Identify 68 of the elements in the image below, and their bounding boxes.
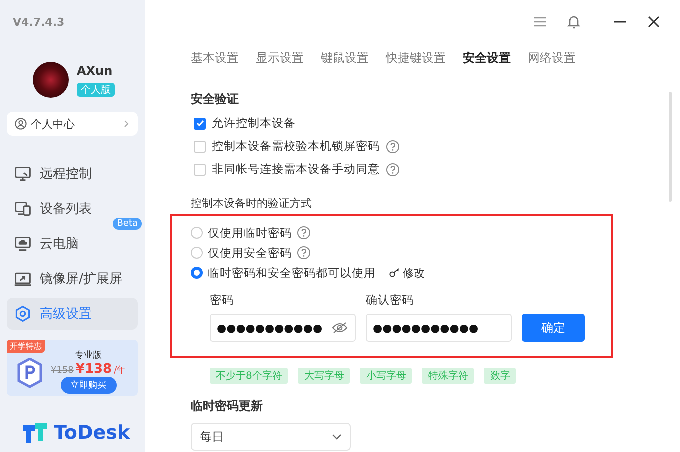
profile-link[interactable]: 个人中心: [7, 112, 138, 136]
user-icon: [15, 118, 27, 130]
close-icon[interactable]: [646, 14, 662, 30]
field-label: 密码: [210, 293, 235, 308]
brand-name: ToDesk: [54, 422, 130, 444]
help-icon[interactable]: [297, 246, 311, 260]
rule-tag: 特殊字符: [422, 368, 474, 384]
checkbox-label: 非同帐号连接需本设备手动同意: [212, 162, 380, 177]
logo-icon: [22, 422, 48, 444]
section-subtitle: 控制本设备时的验证方式: [191, 196, 313, 211]
version-label: V4.7.4.3: [13, 16, 66, 29]
edit-link[interactable]: 修改: [389, 266, 425, 280]
help-icon[interactable]: [386, 162, 400, 176]
monitor-icon: [14, 165, 32, 183]
rule-tag: 大写字母: [298, 368, 350, 384]
checkbox[interactable]: [194, 140, 206, 152]
screen-arrow-icon: [14, 270, 32, 288]
nav-item[interactable]: 镜像屏/扩展屏: [7, 263, 138, 295]
eye-off-icon[interactable]: [332, 322, 348, 334]
promo-tag: 开学特惠: [7, 340, 45, 353]
radio-label: 仅使用安全密码: [208, 246, 292, 260]
section-title: 临时密码更新: [191, 398, 264, 415]
confirm-button[interactable]: 确定: [522, 314, 585, 342]
sale-price: ¥138: [76, 362, 112, 376]
beta-badge: Beta: [113, 218, 142, 230]
checkbox-label: 控制本设备需校验本机锁屏密码: [212, 139, 380, 154]
chevron-down-icon: [332, 434, 342, 440]
radio-label: 仅使用临时密码: [208, 226, 292, 240]
checkbox[interactable]: [194, 118, 206, 130]
settings-tab[interactable]: 安全设置: [463, 50, 511, 67]
settings-tab[interactable]: 网络设置: [528, 50, 576, 67]
nav-item[interactable]: 云电脑: [7, 228, 138, 260]
rule-tag: 小写字母: [360, 368, 412, 384]
help-icon[interactable]: [386, 140, 400, 154]
settings-icon: [14, 305, 32, 323]
checkbox[interactable]: [194, 164, 206, 176]
field-label: 确认密码: [366, 293, 415, 308]
bell-icon[interactable]: [566, 14, 582, 30]
radio-button[interactable]: [191, 227, 203, 239]
radio-button[interactable]: [191, 267, 203, 279]
nav-item[interactable]: 远程控制: [7, 158, 138, 190]
settings-tab[interactable]: 显示设置: [256, 50, 304, 67]
section-title: 安全验证: [191, 91, 240, 108]
password-field[interactable]: ●●●●●●●●●●●: [210, 314, 356, 342]
help-icon[interactable]: [297, 226, 311, 240]
radio-label: 临时密码和安全密码都可以使用: [208, 266, 376, 280]
promo-title: 专业版: [75, 350, 102, 362]
settings-tab[interactable]: 基本设置: [191, 50, 239, 67]
update-dropdown[interactable]: 每日: [191, 423, 351, 451]
rule-tag: 不少于8个字符: [210, 368, 288, 384]
key-icon: [389, 268, 401, 278]
old-price: ¥158: [51, 366, 74, 376]
chevron-right-icon: [124, 120, 130, 128]
rule-tag: 数字: [484, 368, 516, 384]
user-name: AXun: [77, 64, 114, 78]
price-unit: /年: [114, 364, 126, 376]
p-hexagon-icon: [17, 358, 43, 388]
devices-icon: [14, 200, 32, 218]
radio-button[interactable]: [191, 247, 203, 259]
scrollbar[interactable]: [669, 92, 672, 202]
buy-button[interactable]: 立即购买: [60, 376, 117, 394]
avatar[interactable]: [33, 62, 69, 98]
plan-badge: 个人版: [77, 82, 115, 96]
confirm-password-field[interactable]: ●●●●●●●●●●●: [366, 314, 512, 342]
checkbox-label: 允许控制本设备: [212, 116, 296, 131]
settings-tab[interactable]: 快捷键设置: [386, 50, 446, 67]
settings-tab[interactable]: 键鼠设置: [321, 50, 369, 67]
cloud-monitor-icon: [14, 235, 32, 253]
